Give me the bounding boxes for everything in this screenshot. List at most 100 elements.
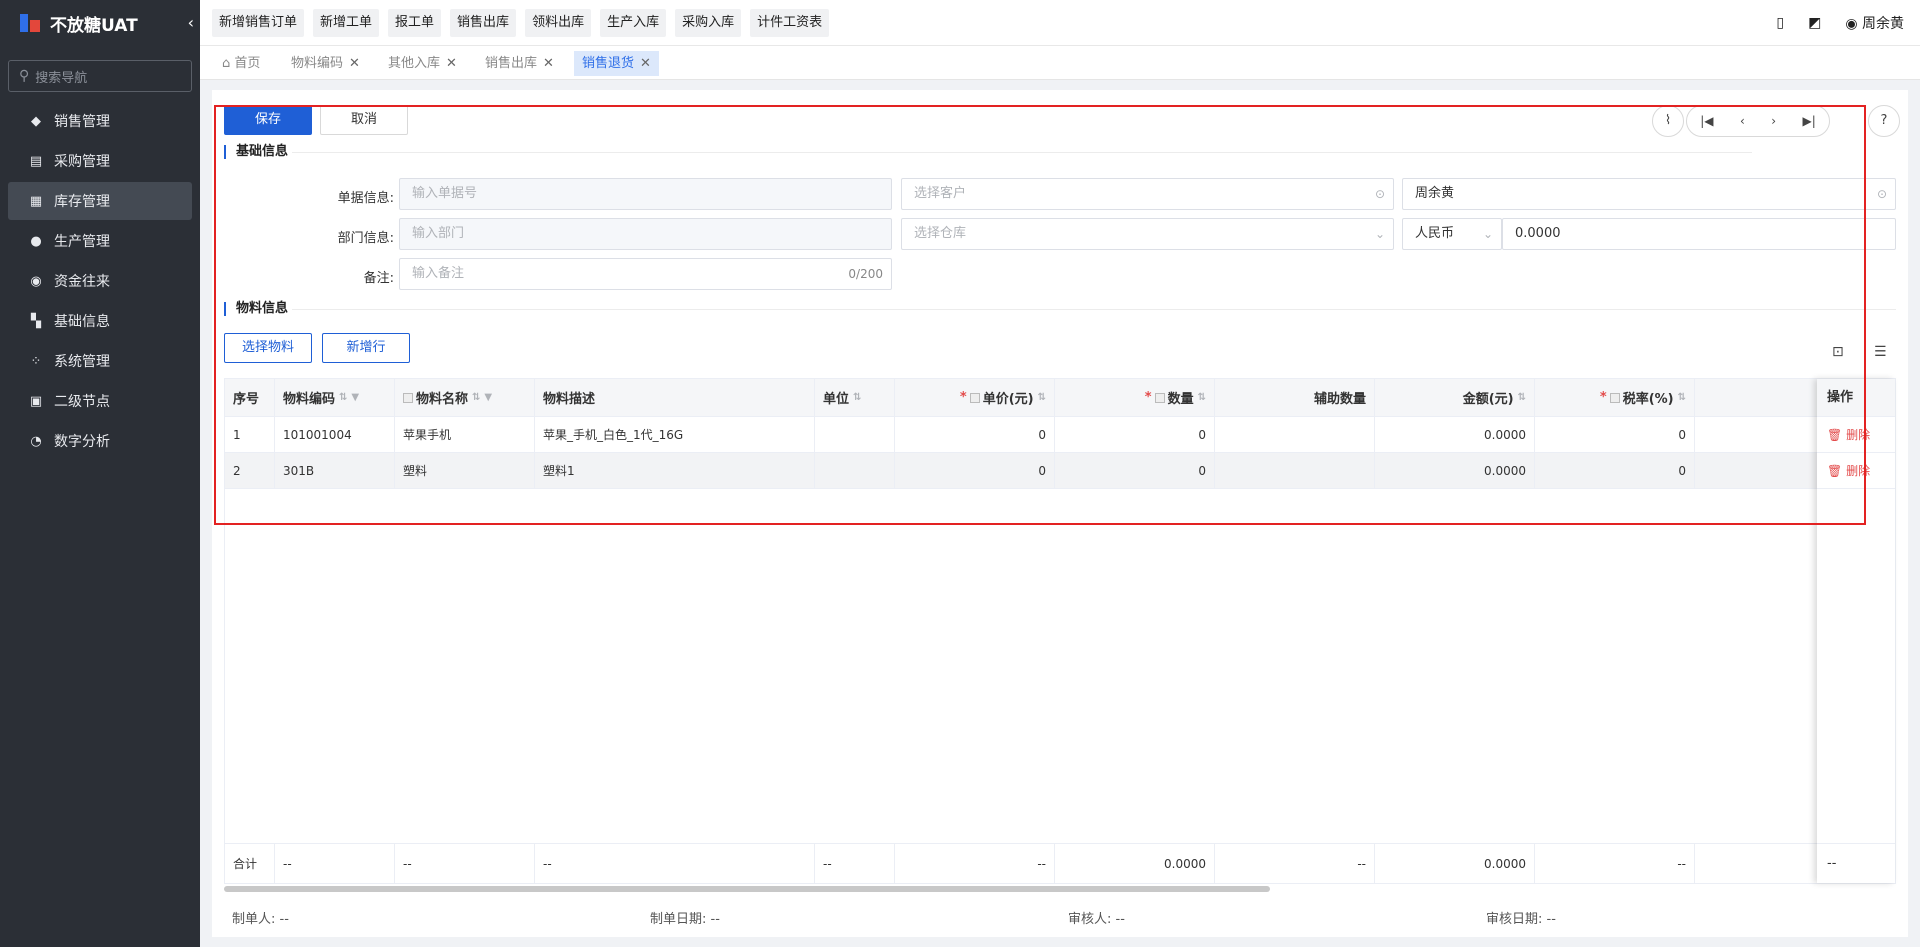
horizontal-scrollbar[interactable]	[224, 886, 1270, 892]
quick-production-inbound[interactable]: 生产入库	[600, 9, 667, 37]
apps-icon: ⁘	[30, 353, 42, 369]
tab-other-inbound[interactable]: 其他入库 ✕	[380, 51, 465, 76]
col-qty-label: 数量	[1167, 392, 1194, 407]
delete-label: 删除	[1846, 464, 1871, 478]
delete-row-button[interactable]: 🗑 删除	[1817, 453, 1895, 489]
close-icon[interactable]: ✕	[446, 56, 457, 71]
sidebar-item-inventory[interactable]: ▦ 库存管理	[8, 182, 192, 220]
auditor-label: 审核人:	[1068, 912, 1112, 927]
cell-tax-rate[interactable]: 0	[1535, 453, 1695, 488]
column-settings-icon[interactable]: ☰	[1874, 344, 1887, 360]
first-record-icon[interactable]: |◀	[1700, 114, 1713, 128]
basic-info-title: 基础信息	[224, 145, 288, 159]
close-icon[interactable]: ✕	[349, 56, 360, 71]
quick-sales-outbound[interactable]: 销售出库	[450, 9, 517, 37]
close-icon[interactable]: ✕	[543, 56, 554, 71]
col-name[interactable]: 物料名称 ⇅ ▼	[395, 379, 535, 416]
user-menu[interactable]: ◉ 周余黄	[1845, 13, 1904, 33]
edit-icon	[1154, 392, 1165, 403]
handler-select[interactable]: 周余黄 ⊙	[1402, 178, 1896, 210]
quick-purchase-inbound[interactable]: 采购入库	[675, 9, 742, 37]
screen-icon[interactable]: ◩	[1808, 15, 1821, 31]
save-button[interactable]: 保存	[224, 105, 312, 135]
attachment-icon[interactable]: ⌇	[1652, 105, 1684, 137]
sort-icon[interactable]: ⇅	[1038, 392, 1046, 403]
sort-icon[interactable]: ⇅	[853, 392, 861, 403]
help-icon[interactable]: ?	[1868, 105, 1900, 137]
cancel-button[interactable]: 取消	[320, 105, 408, 135]
col-tax-rate[interactable]: * 税率(%) ⇅	[1535, 379, 1695, 416]
filter-icon[interactable]: ▼	[484, 392, 492, 403]
tab-label: 销售出库	[485, 56, 538, 71]
sort-icon[interactable]: ⇅	[339, 392, 347, 403]
remark-input[interactable]: 输入备注 0/200	[399, 258, 892, 290]
cell-index: 1	[225, 417, 275, 452]
tab-material-code[interactable]: 物料编码 ✕	[283, 51, 368, 76]
cell-name[interactable]: 塑料	[395, 453, 535, 488]
col-unit[interactable]: 单位 ⇅	[815, 379, 895, 416]
cell-qty[interactable]: 0	[1055, 453, 1215, 488]
cell-price[interactable]: 0	[895, 453, 1055, 488]
tab-home[interactable]: ⌂ 首页	[214, 51, 268, 76]
delete-row-button[interactable]: 🗑 删除	[1817, 417, 1895, 453]
col-aux-qty: 辅助数量	[1215, 379, 1375, 416]
dept-placeholder: 输入部门	[412, 226, 465, 241]
quick-material-outbound[interactable]: 领料出库	[525, 9, 592, 37]
last-record-icon[interactable]: ▶|	[1802, 114, 1815, 128]
quick-new-sales-order[interactable]: 新增销售订单	[212, 9, 305, 37]
filter-icon[interactable]: ▼	[351, 392, 359, 403]
cell-tax-rate[interactable]: 0	[1535, 417, 1695, 452]
cell-qty[interactable]: 0	[1055, 417, 1215, 452]
exchange-rate-input[interactable]: 0.0000	[1502, 218, 1896, 250]
material-info-title: 物料信息	[224, 302, 288, 316]
sort-icon[interactable]: ⇅	[1198, 392, 1206, 403]
required-mark: *	[1144, 390, 1152, 405]
cell-price[interactable]: 0	[895, 417, 1055, 452]
sidebar-item-secondary[interactable]: ▣ 二级节点	[8, 382, 192, 420]
sidebar-item-sales[interactable]: ◆ 销售管理	[8, 102, 192, 140]
sort-icon[interactable]: ⇅	[1678, 392, 1686, 403]
col-unit-label: 单位	[823, 392, 850, 407]
quick-work-report[interactable]: 报工单	[388, 9, 442, 37]
tab-sales-return[interactable]: 销售退货 ✕	[574, 51, 659, 76]
cell-name[interactable]: 苹果手机	[395, 417, 535, 452]
tab-label: 销售退货	[582, 56, 635, 71]
col-amount[interactable]: 金额(元) ⇅	[1375, 379, 1535, 416]
app-logo[interactable]: 不放糖UAT	[0, 0, 200, 46]
sum-unit: --	[815, 844, 895, 883]
close-icon[interactable]: ✕	[640, 56, 651, 71]
tab-label: 物料编码	[291, 56, 344, 71]
quick-piecework-wage[interactable]: 计件工资表	[750, 9, 830, 37]
nav-search-input[interactable]: ⚲ 搜索导航	[8, 60, 192, 92]
mobile-icon[interactable]: ▯	[1776, 15, 1784, 31]
customer-select[interactable]: 选择客户 ⊙	[901, 178, 1394, 210]
sidebar-item-system[interactable]: ⁘ 系统管理	[8, 342, 192, 380]
image-icon[interactable]: ⊡	[1832, 344, 1844, 360]
search-icon: ⊙	[1374, 187, 1385, 201]
add-row-button[interactable]: 新增行	[322, 333, 410, 363]
quick-new-work-order[interactable]: 新增工单	[313, 9, 380, 37]
table-row[interactable]: 1 101001004 苹果手机 苹果_手机_白色_1代_16G 0 0 0.0…	[225, 417, 1895, 453]
col-qty[interactable]: * 数量 ⇅	[1055, 379, 1215, 416]
sort-icon[interactable]: ⇅	[472, 392, 480, 403]
tab-sales-outbound[interactable]: 销售出库 ✕	[477, 51, 562, 76]
col-code[interactable]: 物料编码 ⇅ ▼	[275, 379, 395, 416]
col-tax-rate-label: 税率(%)	[1622, 392, 1674, 407]
dept-input[interactable]: 输入部门	[399, 218, 892, 250]
currency-select[interactable]: 人民币 ⌄	[1402, 218, 1502, 250]
doc-no-input[interactable]: 输入单据号	[399, 178, 892, 210]
sidebar-item-analysis[interactable]: ◔ 数字分析	[8, 422, 192, 460]
sidebar-item-basic[interactable]: ▚ 基础信息	[8, 302, 192, 340]
sidebar-item-finance[interactable]: ◉ 资金往来	[8, 262, 192, 300]
table-row[interactable]: 2 301B 塑料 塑料1 0 0 0.0000 0 0.0	[225, 453, 1895, 489]
next-record-icon[interactable]: ›	[1771, 114, 1776, 128]
sidebar-item-label: 销售管理	[54, 114, 110, 130]
col-price[interactable]: * 单价(元) ⇅	[895, 379, 1055, 416]
collapse-icon[interactable]: ‹	[188, 13, 194, 32]
warehouse-select[interactable]: 选择仓库 ⌄	[901, 218, 1394, 250]
sort-icon[interactable]: ⇅	[1518, 392, 1526, 403]
select-material-button[interactable]: 选择物料	[224, 333, 312, 363]
prev-record-icon[interactable]: ‹	[1740, 114, 1745, 128]
sidebar-item-purchase[interactable]: ▤ 采购管理	[8, 142, 192, 180]
sidebar-item-production[interactable]: ● 生产管理	[8, 222, 192, 260]
